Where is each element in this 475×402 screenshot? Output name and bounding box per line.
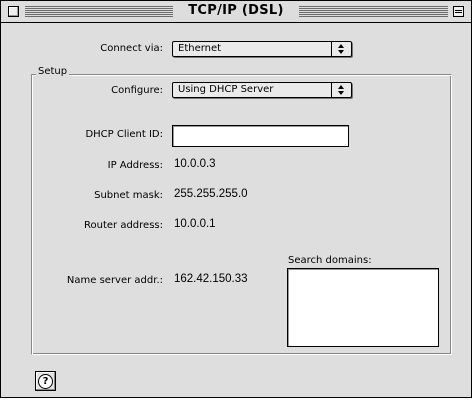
ip-address-label: IP Address:: [107, 160, 163, 171]
title-bar[interactable]: TCP/IP (DSL): [1, 1, 471, 23]
search-domains-field[interactable]: [287, 268, 439, 347]
router-address-label: Router address:: [84, 220, 163, 231]
help-button[interactable]: ?: [35, 371, 56, 391]
title-stripes-left: [25, 6, 173, 17]
dhcp-client-id-label: DHCP Client ID:: [85, 129, 163, 140]
configure-value: Using DHCP Server: [178, 84, 274, 95]
connect-via-popup[interactable]: Ethernet: [172, 41, 352, 57]
title-stripes-right: [299, 6, 448, 17]
search-domains-label: Search domains:: [288, 255, 372, 266]
help-icon: ?: [38, 374, 53, 389]
name-server-value[interactable]: 162.42.150.33: [174, 273, 248, 285]
subnet-mask-label: Subnet mask:: [94, 190, 163, 201]
connect-via-label: Connect via:: [100, 43, 163, 54]
connect-via-value: Ethernet: [178, 43, 222, 54]
subnet-mask-value: 255.255.255.0: [174, 188, 248, 200]
tcpip-window: TCP/IP (DSL) Connect via: Ethernet Setup…: [0, 0, 472, 398]
collapse-box-icon[interactable]: [453, 6, 464, 17]
popup-arrows-icon: [336, 43, 346, 55]
router-address-value: 10.0.0.1: [174, 218, 216, 230]
popup-arrows-icon: [336, 84, 346, 96]
close-box-icon[interactable]: [8, 6, 19, 17]
setup-group-label: Setup: [36, 66, 70, 77]
configure-popup[interactable]: Using DHCP Server: [172, 82, 352, 98]
popup-separator: [331, 83, 332, 97]
ip-address-value: 10.0.0.3: [174, 158, 216, 170]
popup-separator: [331, 42, 332, 56]
dhcp-client-id-field[interactable]: [172, 125, 349, 147]
configure-label: Configure:: [111, 85, 163, 96]
window-title: TCP/IP (DSL): [188, 3, 284, 18]
name-server-label: Name server addr.:: [66, 275, 163, 286]
